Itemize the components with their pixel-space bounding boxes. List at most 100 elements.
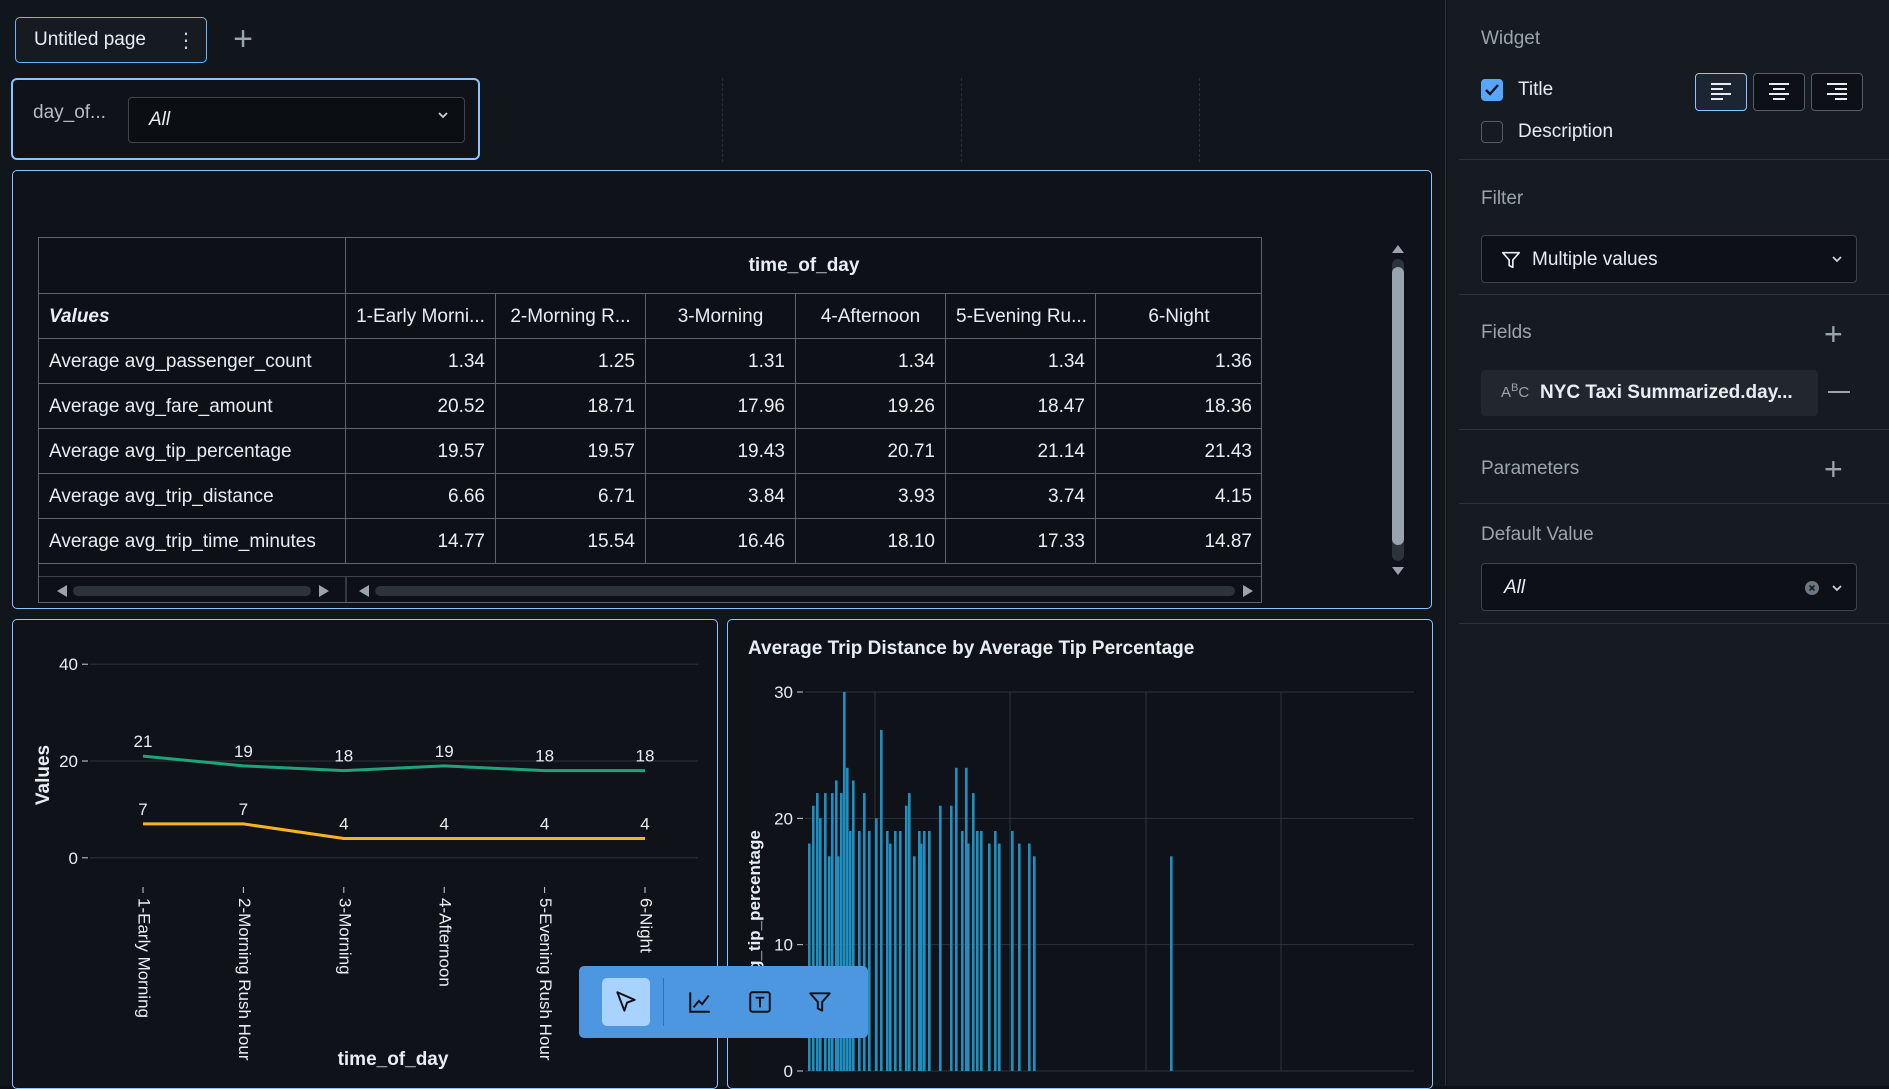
divider [1459, 294, 1889, 295]
add-page-button[interactable]: + [226, 20, 260, 60]
pivot-value-cell: 1.34 [346, 339, 496, 384]
data-label: 7 [239, 800, 248, 819]
pivot-column-header: 4-Afternoon [796, 294, 946, 339]
filter-type-select[interactable]: Multiple values [1481, 235, 1857, 283]
filter-section-title: Filter [1481, 188, 1524, 209]
pivot-value-cell: 6.66 [346, 474, 496, 519]
bar [905, 805, 908, 1071]
pivot-value-cell: 21.14 [946, 429, 1096, 474]
x-tick-label: 3-Morning [335, 898, 354, 975]
bar [880, 729, 883, 1071]
pivot-value-cell: 20.71 [796, 429, 946, 474]
align-left-button[interactable] [1695, 73, 1747, 111]
x-tick-label: 4-Afternoon [436, 898, 455, 987]
add-field-icon[interactable]: + [1824, 318, 1843, 350]
pivot-column-header: 6-Night [1096, 294, 1261, 339]
title-checkbox[interactable] [1481, 79, 1503, 101]
field-chip[interactable]: ABC NYC Taxi Summarized.day... [1481, 370, 1818, 416]
page-tab-label: Untitled page [34, 29, 146, 50]
filter-select[interactable]: All [128, 97, 465, 143]
more-options-icon[interactable]: ⋮ [176, 28, 196, 53]
pivot-value-cell: 6.71 [496, 474, 646, 519]
text-type-icon: ABC [1501, 382, 1530, 401]
divider [1459, 159, 1889, 160]
bar [998, 843, 1001, 1071]
divider [1459, 429, 1889, 430]
bar [994, 830, 997, 1071]
bar [1033, 856, 1036, 1071]
pivot-value-cell: 3.84 [646, 474, 796, 519]
pivot-value-cell: 1.31 [646, 339, 796, 384]
title-checkbox-label: Title [1518, 79, 1554, 100]
y-tick-label: 10 [774, 936, 793, 955]
pivot-value-cell: 18.10 [796, 519, 946, 564]
y-tick-label: 40 [59, 655, 78, 674]
data-label: 19 [234, 742, 253, 761]
chart-icon[interactable] [676, 978, 724, 1026]
filter-label: day_of... [33, 102, 106, 123]
bar [1011, 830, 1014, 1071]
remove-field-icon[interactable] [1828, 391, 1850, 393]
chevron-down-icon [1832, 256, 1842, 263]
pivot-column-header: 3-Morning [646, 294, 796, 339]
bar [980, 830, 983, 1071]
y-axis-title: Values [33, 745, 54, 805]
chart-title: Average Trip Distance by Average Tip Per… [748, 638, 1195, 659]
pivot-column-header: 5-Evening Ru... [946, 294, 1096, 339]
pivot-column-header: 1-Early Morni... [346, 294, 496, 339]
field-name: NYC Taxi Summarized.day... [1540, 382, 1793, 403]
vertical-scrollbar[interactable] [1386, 241, 1410, 581]
pivot-table-widget[interactable]: time_of_day Values 1-Early Morni... 2-Morni… [12, 170, 1432, 609]
dashboard-canvas: Untitled page ⋮ + day_of... All time_of_… [0, 0, 1446, 1089]
bar [1018, 843, 1021, 1071]
pivot-value-cell: 1.36 [1096, 339, 1261, 384]
pivot-value-cell: 20.52 [346, 384, 496, 429]
bar [828, 856, 831, 1071]
pivot-value-cell: 14.77 [346, 519, 496, 564]
bar [950, 805, 953, 1071]
description-checkbox[interactable] [1481, 121, 1503, 143]
y-tick-label: 30 [774, 683, 793, 702]
add-parameter-icon[interactable]: + [1824, 453, 1843, 485]
pivot-value-cell: 18.36 [1096, 384, 1261, 429]
align-center-button[interactable] [1753, 73, 1805, 111]
filter-icon[interactable] [796, 978, 844, 1026]
fields-section-title: Fields [1481, 322, 1532, 343]
page-tab[interactable]: Untitled page ⋮ [15, 17, 207, 63]
align-left-icon [1711, 83, 1731, 100]
divider [1459, 623, 1889, 624]
bar [972, 793, 975, 1071]
filter-widget[interactable]: day_of... All [11, 78, 480, 160]
data-label: 18 [334, 747, 353, 766]
pivot-value-cell: 4.15 [1096, 474, 1261, 519]
text-icon[interactable] [736, 978, 784, 1026]
pivot-corner-cell [39, 238, 346, 294]
pivot-value-cell: 15.54 [496, 519, 646, 564]
series-line [142, 754, 645, 773]
pivot-value-cell: 3.93 [796, 474, 946, 519]
widget-section-title: Widget [1481, 28, 1541, 49]
pivot-value-cell: 3.74 [946, 474, 1096, 519]
chevron-down-icon [1832, 585, 1842, 592]
y-tick-label: 20 [774, 809, 793, 828]
pivot-column-header: 2-Morning R... [496, 294, 646, 339]
y-tick-label: 0 [784, 1062, 793, 1081]
bar [913, 856, 916, 1071]
default-value-select[interactable]: All [1481, 563, 1857, 611]
bar [961, 830, 964, 1071]
data-label: 7 [138, 800, 147, 819]
bar [837, 856, 840, 1071]
align-right-icon [1827, 83, 1847, 100]
pointer-icon[interactable] [602, 978, 650, 1026]
toolbar-separator [663, 978, 664, 1026]
pivot-value-cell: 19.57 [496, 429, 646, 474]
parameters-section-title: Parameters [1481, 458, 1580, 479]
data-label: 19 [435, 742, 454, 761]
bar [976, 830, 979, 1071]
default-value-section-title: Default Value [1481, 524, 1594, 545]
x-axis-title: time_of_day [338, 1049, 449, 1070]
horizontal-scrollbar[interactable] [39, 576, 1261, 602]
align-right-button[interactable] [1811, 73, 1863, 111]
pivot-value-cell: 18.47 [946, 384, 1096, 429]
bar [875, 818, 878, 1071]
